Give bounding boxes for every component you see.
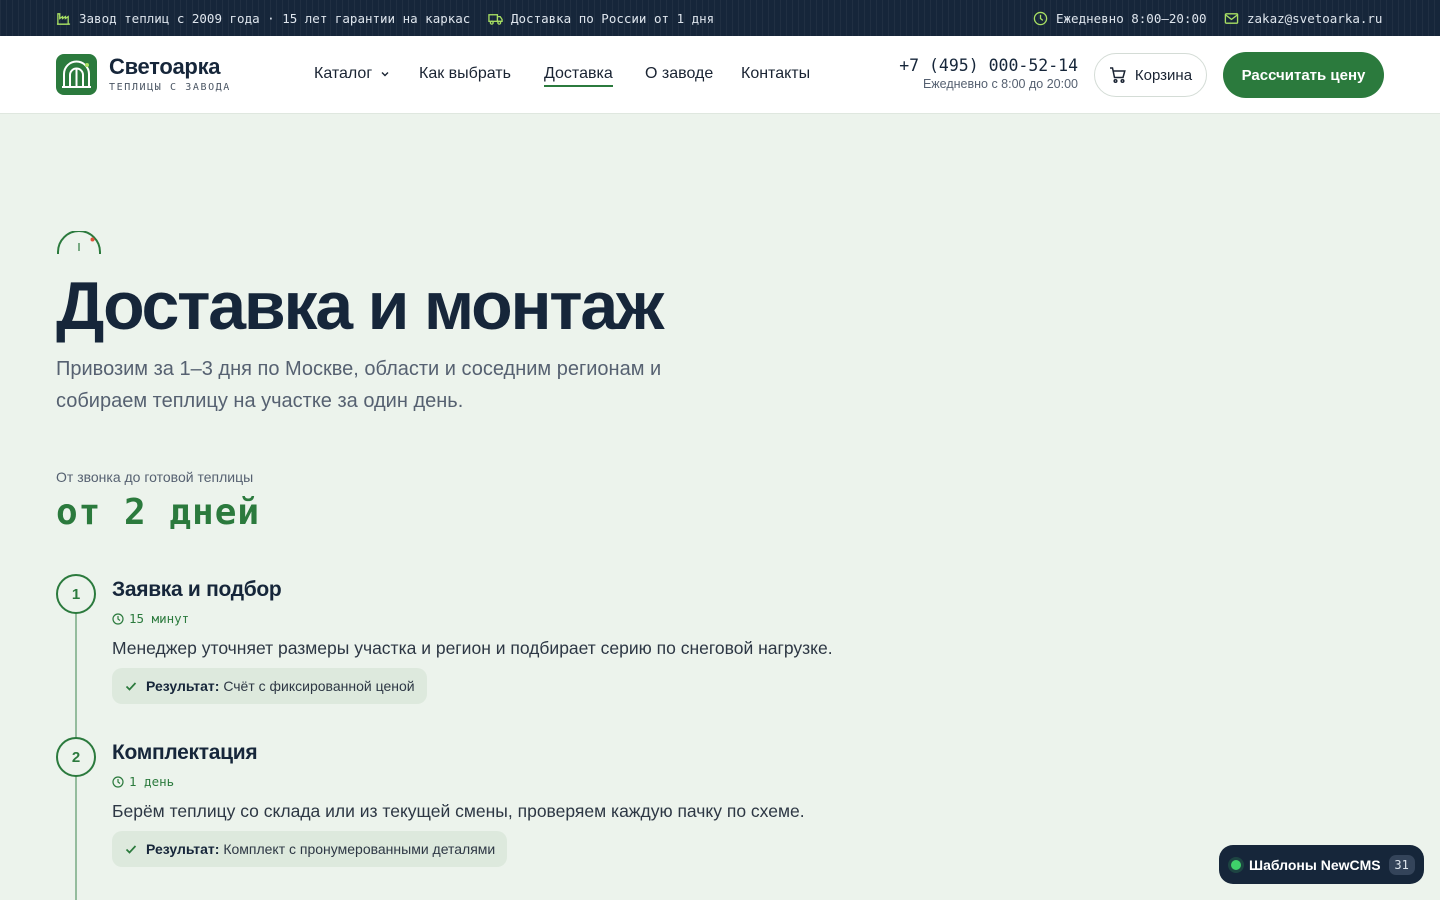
clock-icon xyxy=(112,775,124,788)
truck-icon xyxy=(488,13,503,25)
step-result: Результат: Комплект с пронумерованными д… xyxy=(112,831,508,867)
nav-item-about[interactable]: О заводе xyxy=(645,65,713,83)
check-icon xyxy=(125,845,137,854)
top-info-bar: Завод теплиц с 2009 года · 15 лет гарант… xyxy=(0,0,1440,36)
step-duration: 15 минут xyxy=(112,611,189,626)
nav-item-label: Как выбрать xyxy=(419,65,511,82)
factory-icon xyxy=(56,12,71,25)
hours-info: Ежедневно 8:00–20:00 xyxy=(1033,0,1207,36)
step-title: Заявка и подбор xyxy=(112,578,282,601)
page-subtitle: Привозим за 1–3 дня по Москве, области и… xyxy=(56,358,662,412)
hours-text: Ежедневно 8:00–20:00 xyxy=(1056,10,1207,26)
delivery-text: Доставка по России от 1 дня xyxy=(511,10,715,26)
site-header: Светоарка ТЕПЛИЦЫ С ЗАВОДА Каталог Как в… xyxy=(0,36,1440,114)
step-duration: 1 день xyxy=(112,774,174,789)
result-label: Результат: xyxy=(146,841,220,857)
email-text[interactable]: zakaz@svetoarka.ru xyxy=(1247,11,1382,26)
step-duration-text: 1 день xyxy=(129,774,175,789)
cart-button[interactable]: Корзина xyxy=(1094,53,1207,97)
delivery-info: Доставка по России от 1 дня xyxy=(488,0,714,36)
badge-label: Шаблоны NewCMS xyxy=(1249,856,1381,873)
factory-info: Завод теплиц с 2009 года · 15 лет гарант… xyxy=(56,0,470,36)
cart-icon xyxy=(1109,67,1126,84)
greenhouse-logo-icon xyxy=(56,54,97,95)
phone-block: +7 (495) 000-52-14 Ежедневно с 8:00 до 2… xyxy=(899,56,1078,91)
nav-item-catalog[interactable]: Каталог xyxy=(314,65,390,83)
stat-value: от 2 дней xyxy=(56,492,261,533)
check-icon xyxy=(125,682,137,691)
step-duration-text: 15 минут xyxy=(129,611,190,626)
nav-item-delivery[interactable]: Доставка xyxy=(544,65,613,87)
clock-icon xyxy=(112,612,124,625)
page-title: Доставка и монтаж xyxy=(56,268,664,344)
logo-name: Светоарка xyxy=(109,54,221,79)
step-number: 2 xyxy=(56,737,96,777)
step-number: 1 xyxy=(56,574,96,614)
result-text: Комплект с пронумерованными деталями xyxy=(223,841,496,857)
logo-tagline: ТЕПЛИЦЫ С ЗАВОДА xyxy=(109,82,231,93)
clock-icon xyxy=(1033,11,1048,25)
step-description: Менеджер уточняет размеры участка и реги… xyxy=(112,638,833,658)
logo[interactable]: Светоарка ТЕПЛИЦЫ С ЗАВОДА xyxy=(56,54,231,95)
email-link[interactable]: zakaz@svetoarka.ru xyxy=(1224,0,1382,36)
mail-icon xyxy=(1224,12,1239,24)
greenhouse-arch-icon xyxy=(57,231,101,254)
step-title: Комплектация xyxy=(112,741,258,764)
cart-label: Корзина xyxy=(1134,66,1193,84)
chevron-down-icon xyxy=(381,72,389,77)
result-text: Счёт с фиксированной ценой xyxy=(223,678,415,694)
stat-label: От звонка до готовой теплицы xyxy=(56,469,254,485)
result-label: Результат: xyxy=(146,678,220,694)
phone-number[interactable]: +7 (495) 000-52-14 xyxy=(899,56,1078,75)
phone-hours: Ежедневно с 8:00 до 20:00 xyxy=(922,77,1078,91)
factory-text: Завод теплиц с 2009 года · 15 лет гарант… xyxy=(79,10,471,26)
nav-item-contacts[interactable]: Контакты xyxy=(741,65,810,83)
newcms-templates-badge[interactable]: Шаблоны NewCMS 31 xyxy=(1219,845,1424,884)
nav-item-how-to-choose[interactable]: Как выбрать xyxy=(419,65,511,83)
nav-item-label: Контакты xyxy=(741,65,811,82)
calculate-price-button[interactable]: Рассчитать цену xyxy=(1223,52,1384,98)
step-description: Берём теплицу со склада или из текущей с… xyxy=(112,801,805,821)
status-dot-icon xyxy=(1231,859,1241,870)
nav-item-label: Каталог xyxy=(314,65,373,82)
step-result: Результат: Счёт с фиксированной ценой xyxy=(112,668,427,704)
nav-item-label: Доставка xyxy=(544,65,613,82)
nav-item-label: О заводе xyxy=(645,65,714,82)
badge-count: 31 xyxy=(1388,854,1415,875)
